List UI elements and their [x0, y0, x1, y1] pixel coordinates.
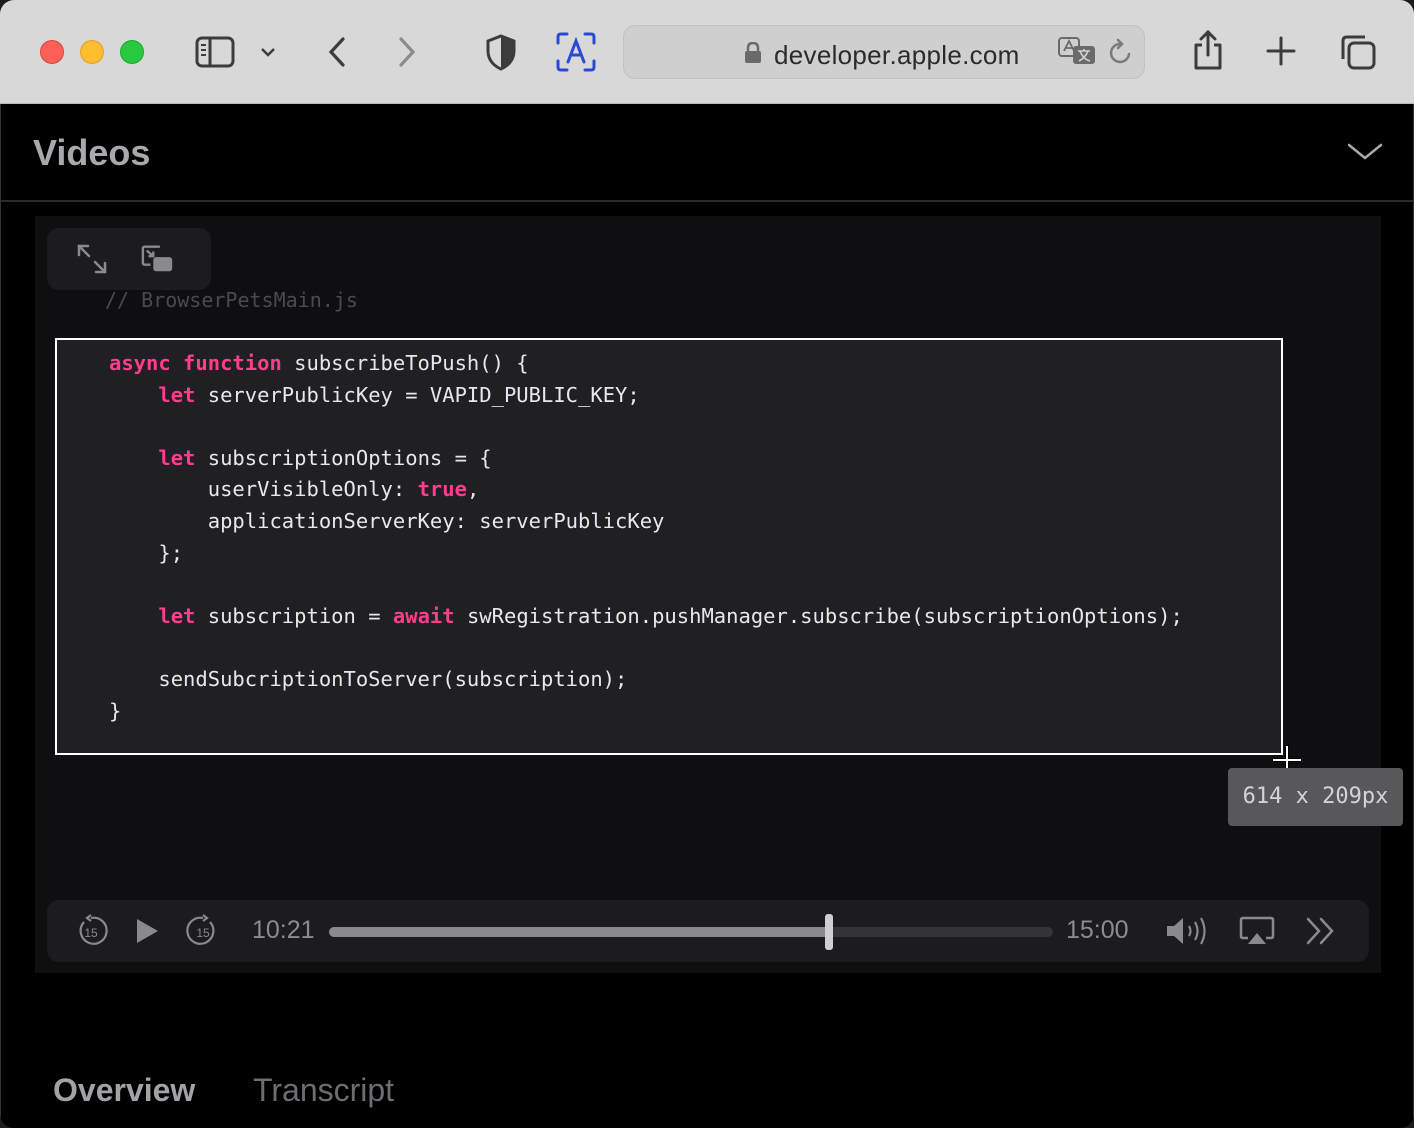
- play-icon[interactable]: [129, 913, 165, 949]
- code-line: let serverPublicKey = VAPID_PUBLIC_KEY;: [158, 382, 640, 407]
- code-line: async function subscribeToPush() {: [109, 351, 529, 375]
- code-comment: // BrowserPetsMain.js: [105, 288, 358, 312]
- zoom-window-button[interactable]: [120, 40, 144, 64]
- more-controls-icon[interactable]: [1301, 913, 1341, 949]
- code-line: sendSubcriptionToServer(subscription);: [109, 666, 628, 691]
- skip-back-15-icon[interactable]: 15: [73, 913, 109, 949]
- divider: [1, 200, 1414, 202]
- svg-text:15: 15: [84, 926, 98, 940]
- back-icon[interactable]: [322, 32, 352, 72]
- code-line: };: [109, 540, 184, 565]
- privacy-shield-icon[interactable]: [484, 32, 518, 72]
- skip-forward-15-icon[interactable]: 15: [185, 913, 221, 949]
- code-line: let subscriptionOptions = {: [158, 445, 492, 470]
- chevron-down-icon[interactable]: [1347, 142, 1383, 167]
- share-icon[interactable]: [1190, 28, 1226, 72]
- code-line: applicationServerKey: serverPublicKey: [109, 508, 665, 533]
- video-top-controls: [47, 228, 211, 290]
- new-tab-icon[interactable]: [1264, 34, 1298, 68]
- lock-icon: [744, 41, 762, 69]
- code-line: userVisibleOnly: true,: [109, 477, 480, 502]
- tab-overview-icon[interactable]: [1338, 32, 1378, 72]
- address-bar[interactable]: developer.apple.com: [623, 25, 1145, 79]
- scrubber-thumb[interactable]: [824, 914, 833, 950]
- reload-icon[interactable]: [1108, 38, 1134, 71]
- browser-toolbar: developer.apple.com: [0, 0, 1414, 104]
- video-player[interactable]: // BrowserPetsMain.js async function sub…: [35, 216, 1403, 973]
- sidebar-icon[interactable]: [194, 34, 236, 70]
- picture-in-picture-icon[interactable]: [141, 242, 175, 276]
- fullscreen-icon[interactable]: [75, 242, 109, 276]
- svg-text:15: 15: [196, 926, 210, 940]
- browser-window: developer.apple.com Videos // BrowserPet…: [0, 0, 1414, 1128]
- tab-overview[interactable]: Overview: [53, 1072, 195, 1109]
- minimize-window-button[interactable]: [80, 40, 104, 64]
- duration: 15:00: [1066, 916, 1129, 944]
- close-window-button[interactable]: [40, 40, 64, 64]
- scrubber-track[interactable]: [329, 914, 1053, 950]
- forward-icon[interactable]: [392, 32, 422, 72]
- text-recognition-icon[interactable]: [554, 30, 598, 74]
- airplay-icon[interactable]: [1237, 913, 1277, 949]
- current-time: 10:21: [252, 916, 315, 944]
- scrubber-progress: [329, 927, 829, 937]
- section-title: Videos: [33, 132, 151, 173]
- tab-transcript[interactable]: Transcript: [253, 1072, 394, 1109]
- url-text: developer.apple.com: [774, 40, 1020, 70]
- code-selection-box: async function subscribeToPush() { let s…: [55, 338, 1283, 755]
- code-line: let subscription = await swRegistration.…: [158, 603, 1183, 628]
- playback-controls: 15 15 10:21 15:00: [47, 900, 1369, 962]
- web-page: Videos // BrowserPetsMain.js async funct…: [0, 104, 1414, 1128]
- translate-icon[interactable]: [1058, 37, 1096, 72]
- code-line: }: [109, 698, 122, 723]
- selection-size-tooltip: 614 x 209px: [1228, 768, 1403, 826]
- chevron-down-icon[interactable]: [256, 42, 280, 62]
- code-block: async function subscribeToPush() { let s…: [109, 348, 1183, 727]
- volume-icon[interactable]: [1165, 913, 1211, 949]
